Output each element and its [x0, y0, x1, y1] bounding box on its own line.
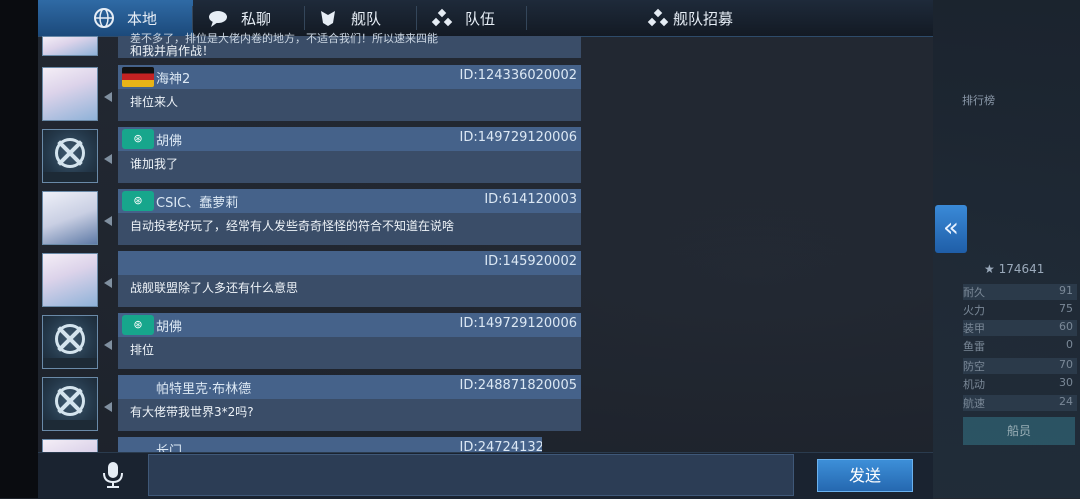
stat-row: 鱼雷 0	[963, 338, 1073, 353]
bubble-pointer-icon	[104, 154, 112, 164]
sender-id: ID:248871820005	[459, 378, 577, 393]
message-bubble: 长门 ID:247241320004	[118, 437, 542, 452]
chat-message: ID:145920002 战舰联盟除了人多还有什么意思	[40, 251, 581, 307]
message-bubble: 海神2 ID:124336020002 排位来人	[118, 65, 581, 121]
anime-girl-avatar[interactable]	[42, 191, 98, 245]
message-text: 排位	[130, 343, 155, 357]
green-badge-icon: ⊛	[122, 191, 154, 211]
germany-flag-icon	[122, 67, 154, 87]
stat-row: 航速 24	[963, 395, 1077, 411]
sender-name[interactable]: 长门	[156, 440, 182, 452]
green-badge-icon: ⊛	[122, 129, 154, 149]
rank-label[interactable]: 排行榜	[962, 92, 995, 108]
chat-message-partial: 差不多了，排位是大佬内卷的地方，不适合我们！所以速来四能 和我并肩作战！	[40, 32, 581, 58]
bubble-pointer-icon	[104, 278, 112, 288]
globe-icon	[93, 7, 115, 29]
message-text: 排位来人	[130, 95, 179, 109]
message-bubble: 差不多了，排位是大佬内卷的地方，不适合我们！所以速来四能 和我并肩作战！	[118, 32, 581, 58]
message-header: 长门 ID:247241320004	[118, 437, 542, 452]
chat-bubble-icon	[207, 7, 229, 29]
fleet-icon	[317, 7, 339, 29]
message-header: ⊛ CSIC、蠢萝莉 ID:614120003	[118, 189, 581, 213]
chat-input[interactable]	[148, 454, 794, 496]
green-badge-icon: ⊛	[122, 315, 154, 335]
message-header: ID:145920002	[118, 251, 581, 275]
sender-name[interactable]: 胡佛	[156, 130, 182, 149]
message-header: ⊛ 胡佛 ID:149729120006	[118, 313, 581, 337]
tab-label: 舰队招募	[673, 9, 734, 28]
tab-label: 队伍	[465, 9, 496, 28]
sender-id: ID:145920002	[484, 254, 577, 269]
tab-label: 舰队	[351, 9, 382, 28]
message-bubble: ⊛ 胡佛 ID:149729120006 排位	[118, 313, 581, 369]
sender-id: ID:149729120006	[459, 316, 577, 331]
ship-wheel-avatar[interactable]	[42, 315, 98, 369]
send-button[interactable]: 发送	[817, 459, 913, 492]
message-header: 帕特里克·布林德 ID:248871820005	[118, 375, 581, 399]
anime-girl-avatar[interactable]	[42, 253, 98, 307]
message-text: 有大佬带我世界3*2吗?	[130, 405, 254, 419]
bubble-pointer-icon	[104, 216, 112, 226]
stat-row: 防空 70	[963, 358, 1077, 374]
anime-girl-avatar[interactable]	[42, 439, 98, 452]
chat-message: ⊛ 胡佛 ID:149729120006 谁加我了	[40, 127, 581, 183]
tab-fleet-recruit[interactable]: 舰队招募	[527, 0, 787, 36]
stat-row: 机动 30	[963, 376, 1073, 391]
tab-label: 本地	[127, 9, 158, 28]
sender-id: ID:124336020002	[459, 68, 577, 83]
team-icon	[431, 7, 453, 29]
sender-id: ID:149729120006	[459, 130, 577, 145]
message-bubble: ⊛ CSIC、蠢萝莉 ID:614120003 自动投老好玩了，经常有人发些奇奇…	[118, 189, 581, 245]
message-bubble: ⊛ 胡佛 ID:149729120006 谁加我了	[118, 127, 581, 183]
message-text: 和我并肩作战！	[130, 44, 215, 58]
message-text: 谁加我了	[130, 157, 179, 171]
chat-message: ⊛ CSIC、蠢萝莉 ID:614120003 自动投老好玩了，经常有人发些奇奇…	[40, 189, 581, 245]
message-bubble: 帕特里克·布林德 ID:248871820005 有大佬带我世界3*2吗?	[118, 375, 581, 431]
sender-name[interactable]: 海神2	[156, 68, 190, 87]
message-text: 战舰联盟除了人多还有什么意思	[130, 281, 299, 295]
sender-name[interactable]: CSIC、蠢萝莉	[156, 192, 238, 211]
sender-id: ID:614120003	[484, 192, 577, 207]
anime-girl-avatar[interactable]	[42, 67, 98, 121]
bubble-pointer-icon	[104, 402, 112, 412]
chat-message: 海神2 ID:124336020002 排位来人	[40, 65, 581, 121]
crew-button[interactable]: 船员	[963, 417, 1075, 445]
message-header: 海神2 ID:124336020002	[118, 65, 581, 89]
chat-message: 长门 ID:247241320004	[40, 437, 542, 452]
stat-row: 耐久 91	[963, 284, 1077, 300]
double-chevron-left-icon: «	[943, 213, 959, 243]
recruit-icon	[647, 7, 669, 29]
ship-wheel-avatar[interactable]	[42, 129, 98, 183]
chat-message: ⊛ 胡佛 ID:149729120006 排位	[40, 313, 581, 369]
avatar[interactable]	[42, 36, 98, 56]
bubble-pointer-icon	[104, 340, 112, 350]
tab-label: 私聊	[241, 9, 272, 28]
ship-wheel-avatar[interactable]	[42, 377, 98, 431]
sender-name[interactable]: 帕特里克·布林德	[156, 378, 251, 397]
stat-row: 装甲 60	[963, 320, 1077, 336]
sender-id: ID:247241320004	[459, 440, 542, 452]
collapse-chat-button[interactable]: «	[935, 205, 967, 253]
chat-message: 帕特里克·布林德 ID:248871820005 有大佬带我世界3*2吗?	[40, 375, 581, 431]
sender-name[interactable]: 胡佛	[156, 316, 182, 335]
ship-power-value: ★ 174641	[984, 262, 1045, 276]
stat-row: 火力 75	[963, 302, 1073, 317]
message-text: 自动投老好玩了，经常有人发些奇奇怪怪的符合不知道在说啥	[130, 219, 455, 233]
left-edge	[0, 0, 38, 498]
microphone-icon[interactable]	[100, 461, 126, 489]
message-bubble: ID:145920002 战舰联盟除了人多还有什么意思	[118, 251, 581, 307]
message-header: ⊛ 胡佛 ID:149729120006	[118, 127, 581, 151]
bubble-pointer-icon	[104, 92, 112, 102]
